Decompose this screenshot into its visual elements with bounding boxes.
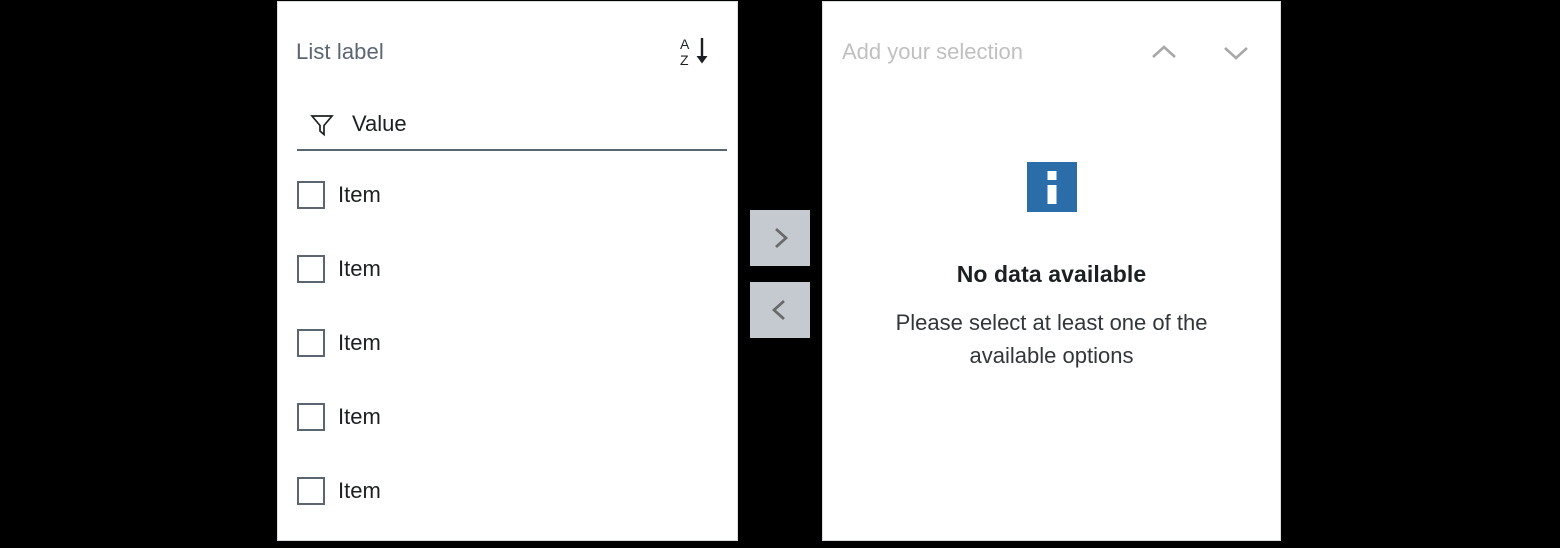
list-item-label: Item [338,256,381,281]
list-header: List label A Z [278,2,737,89]
item-checkbox[interactable] [297,329,325,357]
svg-text:A: A [680,36,690,52]
list-item[interactable]: Item [278,466,737,540]
chevron-left-icon [767,297,793,323]
list-label: List label [296,39,384,64]
svg-text:Z: Z [680,52,689,68]
option-list: Item Item Item Item Item [278,170,737,540]
selection-panel: Add your selection No data available Ple… [822,1,1281,541]
item-checkbox[interactable] [297,181,325,209]
chevron-up-icon[interactable] [1141,30,1187,76]
list-item[interactable]: Item [278,318,737,392]
list-item[interactable]: Item [278,244,737,318]
empty-state-description: Please select at least one of the availa… [895,310,1208,368]
item-checkbox[interactable] [297,255,325,283]
filter-input-value[interactable]: Value [352,108,407,140]
empty-state-title: No data available [956,261,1147,287]
item-checkbox[interactable] [297,403,325,431]
empty-state-message: No data available Please select at least… [823,162,1280,372]
list-item-label: Item [338,330,381,355]
selection-panel-title: Add your selection [842,39,1023,64]
move-right-button[interactable] [750,210,810,266]
chevron-down-icon[interactable] [1213,30,1259,76]
info-icon-dot [1047,171,1056,180]
transfer-button-group [750,210,810,338]
list-item[interactable]: Item [278,170,737,244]
sort-ascending-icon[interactable]: A Z [672,30,716,74]
chevron-right-icon [767,225,793,251]
info-icon-stem [1047,185,1056,204]
move-left-button[interactable] [750,282,810,338]
list-item[interactable]: Item [278,392,737,466]
info-icon [1026,162,1077,212]
list-item-label: Item [338,478,381,503]
list-item-label: Item [338,404,381,429]
list-item-label: Item [338,182,381,207]
filter-input-row[interactable]: Value [297,105,727,151]
available-options-panel: List label A Z Value Item Item Item Item… [277,1,738,541]
filter-funnel-icon [309,112,335,138]
item-checkbox[interactable] [297,477,325,505]
